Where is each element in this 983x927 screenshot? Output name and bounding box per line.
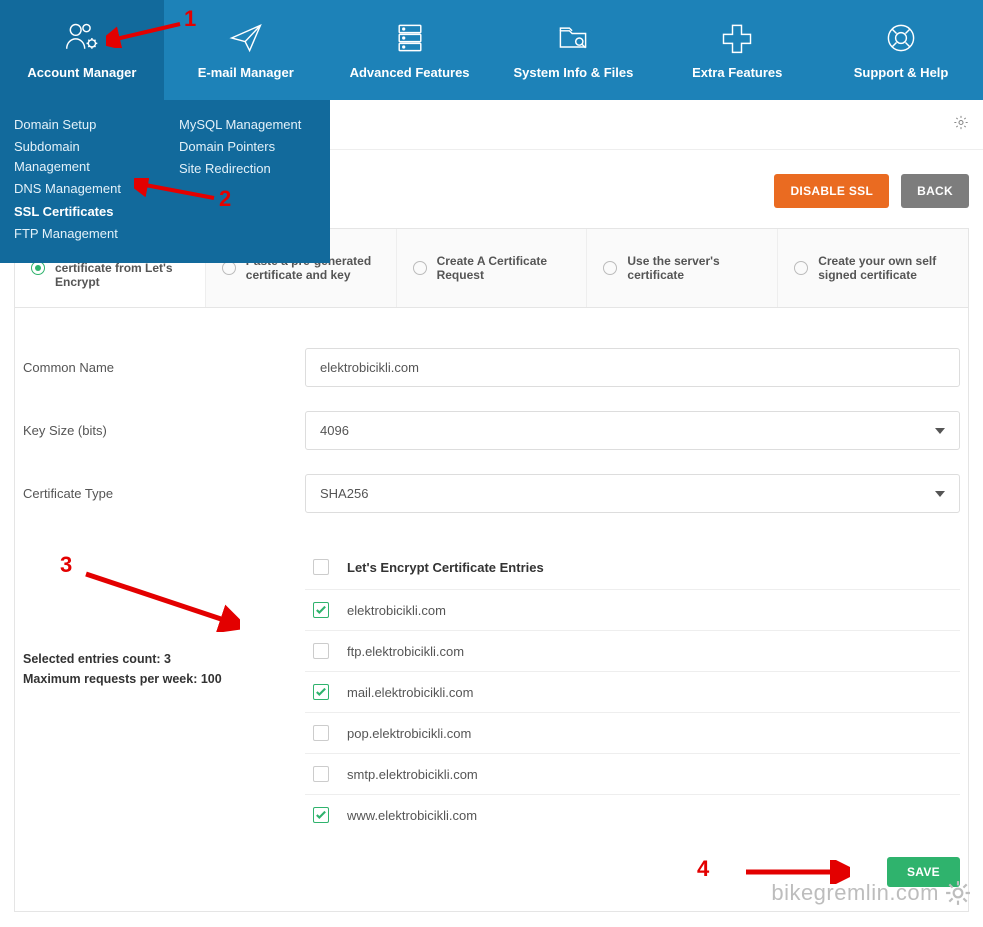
entry-label: ftp.elektrobicikli.com bbox=[347, 644, 464, 659]
watermark: bikegremlin.com bbox=[771, 880, 971, 906]
radio-icon bbox=[222, 261, 236, 275]
entry-row: smtp.elektrobicikli.com bbox=[305, 753, 960, 794]
entry-row: ftp.elektrobicikli.com bbox=[305, 630, 960, 671]
radio-icon bbox=[31, 261, 45, 275]
entry-checkbox[interactable] bbox=[313, 766, 329, 782]
submenu-domain-pointers[interactable]: Domain Pointers bbox=[179, 136, 316, 158]
submenu-dns-management[interactable]: DNS Management bbox=[14, 178, 151, 200]
tab-server-cert[interactable]: Use the server's certificate bbox=[587, 229, 778, 307]
radio-icon bbox=[603, 261, 617, 275]
entry-checkbox[interactable] bbox=[313, 643, 329, 659]
nav-email-manager[interactable]: E-mail Manager bbox=[164, 0, 328, 100]
select-all-checkbox[interactable] bbox=[313, 559, 329, 575]
submenu-mysql-management[interactable]: MySQL Management bbox=[179, 114, 316, 136]
nav-label: E-mail Manager bbox=[198, 65, 294, 80]
entry-label: smtp.elektrobicikli.com bbox=[347, 767, 478, 782]
submenu-ftp-management[interactable]: FTP Management bbox=[14, 223, 151, 245]
nav-label: Extra Features bbox=[692, 65, 782, 80]
entry-row: pop.elektrobicikli.com bbox=[305, 712, 960, 753]
label-cert-type: Certificate Type bbox=[15, 486, 305, 501]
key-size-value: 4096 bbox=[320, 423, 349, 438]
nav-label: Account Manager bbox=[27, 65, 136, 80]
letsencrypt-form: Common Name Key Size (bits) 4096 Certifi… bbox=[14, 307, 969, 912]
entry-label: mail.elektrobicikli.com bbox=[347, 685, 473, 700]
nav-label: System Info & Files bbox=[513, 65, 633, 80]
entries-header-label: Let's Encrypt Certificate Entries bbox=[347, 560, 544, 575]
submenu-subdomain-management[interactable]: Subdomain Management bbox=[14, 136, 151, 178]
nav-system-info[interactable]: System Info & Files bbox=[491, 0, 655, 100]
lifebuoy-icon bbox=[883, 21, 919, 55]
label-common-name: Common Name bbox=[15, 360, 305, 375]
submenu-account-manager: Domain Setup Subdomain Management DNS Ma… bbox=[0, 100, 330, 263]
submenu-col-a: Domain Setup Subdomain Management DNS Ma… bbox=[0, 114, 165, 245]
entries-list: Let's Encrypt Certificate Entries elektr… bbox=[305, 549, 968, 835]
nav-label: Support & Help bbox=[854, 65, 949, 80]
paper-plane-icon bbox=[228, 21, 264, 55]
entry-checkbox[interactable] bbox=[313, 684, 329, 700]
settings-gear-icon[interactable] bbox=[953, 114, 969, 135]
radio-icon bbox=[794, 261, 808, 275]
entry-row: mail.elektrobicikli.com bbox=[305, 671, 960, 712]
entry-row: elektrobicikli.com bbox=[305, 589, 960, 630]
submenu-ssl-certificates[interactable]: SSL Certificates bbox=[14, 201, 151, 223]
plus-icon bbox=[719, 21, 755, 55]
nav-support-help[interactable]: Support & Help bbox=[819, 0, 983, 100]
server-icon bbox=[392, 21, 428, 55]
entries-block: Selected entries count: 3 Maximum reques… bbox=[15, 525, 968, 835]
selected-count: Selected entries count: 3 bbox=[23, 649, 305, 669]
radio-icon bbox=[413, 261, 427, 275]
nav-extra-features[interactable]: Extra Features bbox=[655, 0, 819, 100]
entry-row: www.elektrobicikli.com bbox=[305, 794, 960, 835]
disable-ssl-button[interactable]: DISABLE SSL bbox=[774, 174, 889, 208]
chevron-down-icon bbox=[935, 428, 945, 434]
entry-checkbox[interactable] bbox=[313, 807, 329, 823]
entries-header: Let's Encrypt Certificate Entries bbox=[305, 549, 960, 589]
entry-label: pop.elektrobicikli.com bbox=[347, 726, 471, 741]
common-name-input[interactable] bbox=[305, 348, 960, 387]
watermark-text: bikegremlin.com bbox=[771, 880, 939, 906]
entries-stats: Selected entries count: 3 Maximum reques… bbox=[15, 549, 305, 835]
entry-label: www.elektrobicikli.com bbox=[347, 808, 477, 823]
tab-csr[interactable]: Create A Certificate Request bbox=[397, 229, 588, 307]
submenu-site-redirection[interactable]: Site Redirection bbox=[179, 158, 316, 180]
entry-checkbox[interactable] bbox=[313, 602, 329, 618]
nav-account-manager[interactable]: Account Manager bbox=[0, 0, 164, 100]
gear-icon bbox=[945, 880, 971, 906]
chevron-down-icon bbox=[935, 491, 945, 497]
label-key-size: Key Size (bits) bbox=[15, 423, 305, 438]
key-size-select[interactable]: 4096 bbox=[305, 411, 960, 450]
tab-label: Use the server's certificate bbox=[627, 254, 761, 282]
users-gear-icon bbox=[64, 21, 100, 55]
max-requests: Maximum requests per week: 100 bbox=[23, 669, 305, 689]
tab-label: Create A Certificate Request bbox=[437, 254, 571, 282]
cert-type-select[interactable]: SHA256 bbox=[305, 474, 960, 513]
back-button[interactable]: BACK bbox=[901, 174, 969, 208]
tab-selfsigned[interactable]: Create your own self signed certificate bbox=[778, 229, 968, 307]
nav-label: Advanced Features bbox=[350, 65, 470, 80]
cert-type-value: SHA256 bbox=[320, 486, 368, 501]
submenu-domain-setup[interactable]: Domain Setup bbox=[14, 114, 151, 136]
submenu-col-b: MySQL Management Domain Pointers Site Re… bbox=[165, 114, 330, 245]
entry-label: elektrobicikli.com bbox=[347, 603, 446, 618]
header-buttons: DISABLE SSL BACK bbox=[774, 174, 969, 208]
tab-label: Create your own self signed certificate bbox=[818, 254, 952, 282]
top-nav: Account Manager E-mail Manager Advanced … bbox=[0, 0, 983, 100]
entry-checkbox[interactable] bbox=[313, 725, 329, 741]
folder-search-icon bbox=[555, 21, 591, 55]
nav-advanced-features[interactable]: Advanced Features bbox=[328, 0, 492, 100]
